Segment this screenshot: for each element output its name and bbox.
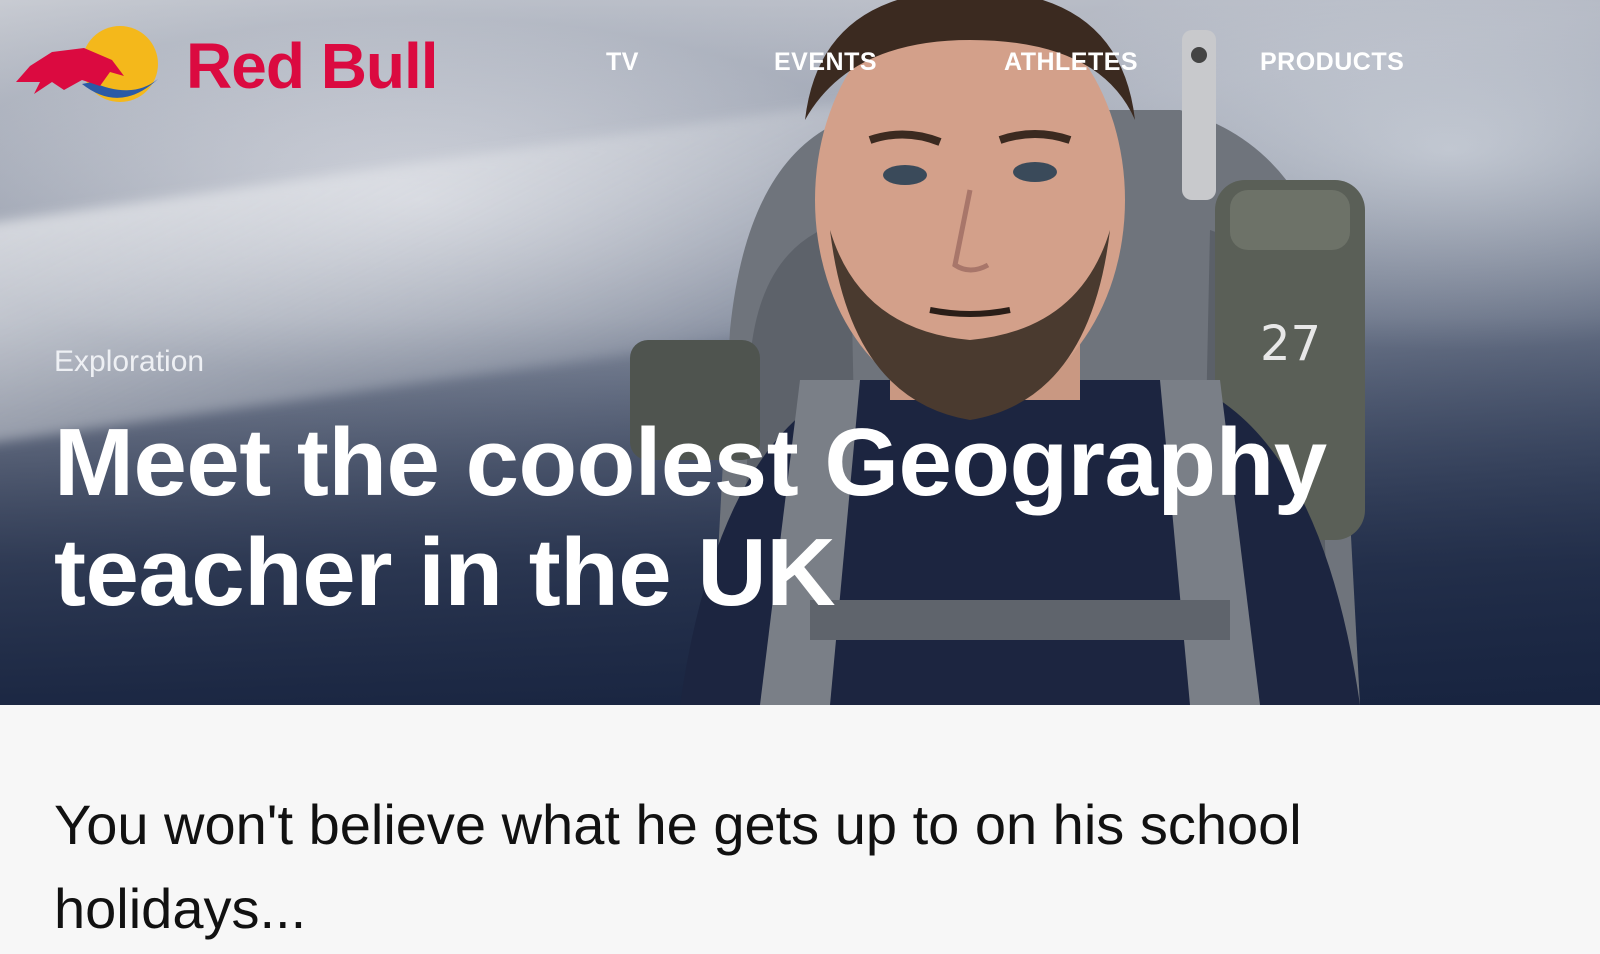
top-navigation: Red Bull TV EVENTS ATHLETES PRODUCTS xyxy=(0,0,1600,130)
nav-item-athletes[interactable]: ATHLETES xyxy=(1004,48,1138,77)
brand-wordmark: Red Bull xyxy=(186,30,439,102)
red-bull-logo-icon xyxy=(16,26,158,102)
category-link[interactable]: Exploration xyxy=(54,345,204,379)
svg-text:27: 27 xyxy=(1260,316,1321,372)
nav-item-tv[interactable]: TV xyxy=(606,48,639,77)
hero-banner: 27 Red Bull TV EVENTS ATHLETES PRODUCTS … xyxy=(0,0,1600,705)
brand-logo-link[interactable]: Red Bull xyxy=(12,24,439,108)
nav-item-events[interactable]: EVENTS xyxy=(774,48,877,77)
article-standfirst: You won't believe what he gets up to on … xyxy=(54,793,1302,940)
nav-item-products[interactable]: PRODUCTS xyxy=(1260,48,1404,77)
article-headline: Meet the coolest Geography teacher in th… xyxy=(54,409,1327,626)
